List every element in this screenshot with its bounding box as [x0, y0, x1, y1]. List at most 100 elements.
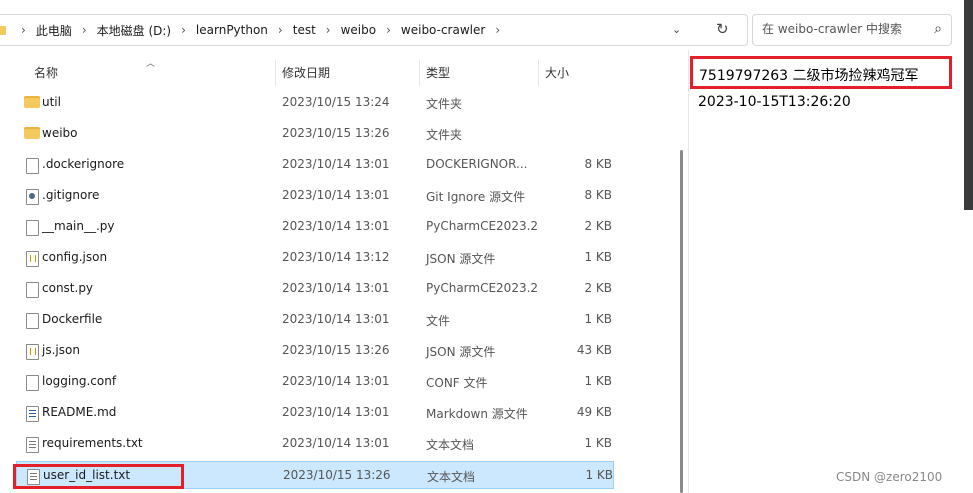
- file-size: 1 KB: [584, 312, 612, 326]
- file-type: 文件夹: [426, 128, 463, 142]
- breadcrumb-test[interactable]: test: [289, 23, 320, 37]
- column-header-name[interactable]: 名称: [34, 64, 58, 81]
- file-type: PyCharmCE2023.2: [426, 281, 539, 295]
- file-date: 2023/10/14 13:01: [282, 312, 390, 326]
- file-row[interactable]: weibo 2023/10/15 13:26 文件夹: [16, 120, 614, 148]
- file-row[interactable]: logging.conf 2023/10/14 13:01 CONF 文件 1 KB: [16, 368, 614, 396]
- file-date: 2023/10/14 13:01: [282, 281, 390, 295]
- file-name: config.json: [42, 250, 108, 264]
- file-name: logging.conf: [42, 374, 117, 388]
- file-type: 文件夹: [426, 97, 463, 111]
- file-name: const.py: [42, 281, 94, 295]
- file-size: 1 KB: [585, 468, 613, 482]
- file-name: js.json: [42, 343, 80, 357]
- annotation-highlight-box: [13, 464, 184, 489]
- sort-ascending-icon: ︿: [146, 59, 156, 69]
- chevron-right-icon: ›: [21, 23, 26, 37]
- column-header-size[interactable]: 大小: [545, 64, 569, 81]
- search-input[interactable]: [762, 22, 922, 36]
- file-icon: [26, 282, 39, 298]
- file-type: Git Ignore 源文件: [426, 190, 526, 204]
- breadcrumb-weibo[interactable]: weibo: [337, 23, 381, 37]
- refresh-icon[interactable]: ↻: [716, 20, 729, 38]
- file-type: JSON 源文件: [426, 345, 496, 359]
- txt-file-icon: [26, 437, 39, 453]
- file-date: 2023/10/15 13:26: [282, 343, 390, 357]
- file-name: requirements.txt: [42, 436, 143, 450]
- file-row[interactable]: README.md 2023/10/14 13:01 Markdown 源文件 49 …: [16, 399, 614, 427]
- file-date: 2023/10/15 13:26: [282, 126, 390, 140]
- file-row[interactable]: Dockerfile 2023/10/14 13:01 文件 1 KB: [16, 306, 614, 334]
- breadcrumb-this-pc[interactable]: 此电脑: [32, 22, 76, 39]
- file-row[interactable]: requirements.txt 2023/10/14 13:01 文本文档 1 KB: [16, 430, 614, 458]
- md-file-icon: [26, 406, 39, 422]
- preview-pane: 7519797263 二级市场捡辣鸡冠军 2023-10-15T13:26:20: [690, 54, 960, 493]
- preview-text-line-2: 2023-10-15T13:26:20: [698, 94, 851, 110]
- file-icon: [26, 158, 39, 174]
- file-row[interactable]: .dockerignore 2023/10/14 13:01 DOCKERIGNOR…: [16, 151, 614, 179]
- preview-pane-divider[interactable]: [688, 50, 689, 493]
- file-row[interactable]: util 2023/10/15 13:24 文件夹: [16, 89, 614, 117]
- file-date: 2023/10/14 13:01: [282, 374, 390, 388]
- file-size: 1 KB: [584, 436, 612, 450]
- preview-text-line-1: 7519797263 二级市场捡辣鸡冠军: [690, 56, 952, 89]
- column-divider[interactable]: [538, 60, 539, 86]
- file-name: Dockerfile: [42, 312, 103, 326]
- json-file-icon: [26, 251, 39, 267]
- file-size: 2 KB: [584, 219, 612, 233]
- file-size: 2 KB: [584, 281, 612, 295]
- file-size: 1 KB: [584, 250, 612, 264]
- file-type: DOCKERIGNOR...: [426, 157, 528, 171]
- file-type: PyCharmCE2023.2: [426, 219, 539, 233]
- file-size: 43 KB: [576, 343, 612, 357]
- folder-icon: [24, 127, 40, 139]
- file-date: 2023/10/14 13:01: [282, 188, 390, 202]
- file-name: README.md: [42, 405, 117, 419]
- address-dropdown-icon[interactable]: ⌄: [672, 23, 681, 36]
- chevron-right-icon[interactable]: ›: [175, 23, 192, 37]
- file-type: 文件: [426, 314, 451, 328]
- breadcrumb-weibo-crawler[interactable]: weibo-crawler: [397, 23, 489, 37]
- column-divider[interactable]: [275, 60, 276, 86]
- file-row[interactable]: js.json 2023/10/15 13:26 JSON 源文件 43 KB: [16, 337, 614, 365]
- chevron-right-icon[interactable]: ›: [76, 23, 93, 37]
- chevron-right-icon[interactable]: ›: [489, 23, 506, 37]
- file-name: __main__.py: [42, 219, 115, 233]
- file-row[interactable]: const.py 2023/10/14 13:01 PyCharmCE2023.2 2…: [16, 275, 614, 303]
- breadcrumb-drive-d[interactable]: 本地磁盘 (D:): [93, 22, 175, 39]
- file-type: CONF 文件: [426, 376, 488, 390]
- breadcrumb-learnpython[interactable]: learnPython: [192, 23, 272, 37]
- file-row[interactable]: config.json 2023/10/14 13:12 JSON 源文件 1 KB: [16, 244, 614, 272]
- file-list: ︿ 名称 修改日期 类型 大小 util 2023/10/15 13:24 文件夹 w…: [0, 56, 680, 493]
- file-icon: [26, 375, 39, 391]
- column-divider[interactable]: [419, 60, 420, 86]
- file-date: 2023/10/15 13:24: [282, 95, 390, 109]
- file-date: 2023/10/14 13:01: [282, 436, 390, 450]
- address-bar[interactable]: › 此电脑 › 本地磁盘 (D:) › learnPython › test ›…: [0, 14, 748, 46]
- file-type: 文本文档: [426, 438, 475, 452]
- search-icon[interactable]: ⌕: [934, 21, 942, 37]
- file-icon: [26, 313, 39, 329]
- file-row[interactable]: __main__.py 2023/10/14 13:01 PyCharmCE2023…: [16, 213, 614, 241]
- vertical-scrollbar[interactable]: [680, 150, 683, 493]
- column-header-date[interactable]: 修改日期: [282, 64, 330, 81]
- chevron-right-icon[interactable]: ›: [320, 23, 337, 37]
- column-header-type[interactable]: 类型: [426, 64, 450, 81]
- search-box[interactable]: ⌕: [752, 14, 952, 46]
- file-type: Markdown 源文件: [426, 407, 528, 421]
- gear-file-icon: [26, 189, 39, 205]
- file-type: JSON 源文件: [426, 252, 496, 266]
- file-date: 2023/10/14 13:01: [282, 219, 390, 233]
- chevron-right-icon[interactable]: ›: [380, 23, 397, 37]
- folder-icon: [24, 96, 40, 108]
- folder-icon: [0, 25, 6, 35]
- chevron-right-icon[interactable]: ›: [272, 23, 289, 37]
- file-date: 2023/10/14 13:01: [282, 405, 390, 419]
- file-name: weibo: [42, 126, 78, 140]
- file-size: 1 KB: [584, 374, 612, 388]
- file-date: 2023/10/14 13:01: [282, 157, 390, 171]
- file-name: util: [42, 95, 61, 109]
- file-row[interactable]: .gitignore 2023/10/14 13:01 Git Ignore 源文件…: [16, 182, 614, 210]
- window-edge: [964, 0, 973, 210]
- file-size: 49 KB: [576, 405, 612, 419]
